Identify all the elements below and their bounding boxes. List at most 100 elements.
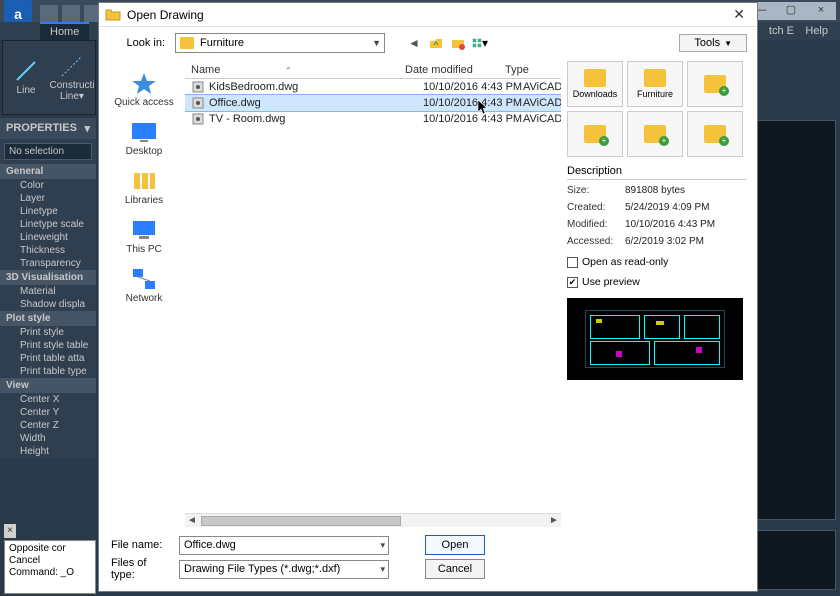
property-row[interactable]: Color <box>0 179 96 192</box>
property-row[interactable]: Transparency <box>0 257 96 270</box>
folder-shortcut[interactable]: Downloads <box>567 61 623 107</box>
column-type[interactable]: Type <box>505 64 561 76</box>
file-name: TV - Room.dwg <box>209 113 423 125</box>
property-row[interactable]: Thickness <box>0 244 96 257</box>
file-row[interactable]: Office.dwg 10/10/2016 4:43 PM AViCAD DWG <box>185 95 561 111</box>
lookin-value: Furniture <box>200 37 244 49</box>
open-readonly-checkbox[interactable]: Open as read-only <box>567 256 747 268</box>
filetype-label: Files of type: <box>109 557 173 581</box>
file-type: AViCAD DWG <box>523 97 561 109</box>
places-bar: Quick access Desktop Libraries This PC N… <box>109 61 179 527</box>
column-name[interactable]: Name⌃ <box>185 64 405 76</box>
filename-combo[interactable]: Office.dwg▾ <box>179 536 389 555</box>
modified-label: Modified: <box>567 219 625 230</box>
property-row[interactable]: Print style table <box>0 339 96 352</box>
command-history-line: Opposite cor <box>9 543 91 555</box>
property-row[interactable]: Linetype <box>0 205 96 218</box>
folder-icon: + <box>704 75 726 93</box>
maximize-button[interactable]: ▢ <box>776 2 806 20</box>
qat-icon[interactable] <box>62 5 80 23</box>
place-network[interactable]: Network <box>109 263 179 308</box>
right-pane: DownloadsFurniture++++ Description Size:… <box>567 61 747 527</box>
property-row[interactable]: Print table type <box>0 365 96 378</box>
chevron-down-icon: ▾ <box>380 564 385 575</box>
new-folder-shortcut[interactable]: + <box>567 111 623 157</box>
accessed-label: Accessed: <box>567 236 625 247</box>
file-name: KidsBedroom.dwg <box>209 81 423 93</box>
window-controls: — ▢ × <box>746 2 836 20</box>
checkbox-icon <box>567 257 578 268</box>
properties-panel: PROPERTIES▾ No selection General ColorLa… <box>0 118 96 458</box>
close-window-button[interactable]: × <box>806 2 836 20</box>
file-row[interactable]: TV - Room.dwg 10/10/2016 4:43 PM AViCAD … <box>185 111 561 127</box>
file-date: 10/10/2016 4:43 PM <box>423 81 523 93</box>
scroll-left-icon[interactable]: ◄ <box>185 515 199 526</box>
chevron-down-icon: ▾ <box>380 540 385 551</box>
new-folder-icon[interactable] <box>449 34 467 52</box>
file-list-header: Name⌃ Date modified Type <box>185 61 561 79</box>
folder-shortcut[interactable]: Furniture <box>627 61 683 107</box>
command-close-icon[interactable]: × <box>4 524 16 538</box>
file-list: Name⌃ Date modified Type KidsBedroom.dwg… <box>185 61 561 527</box>
up-folder-icon[interactable] <box>427 34 445 52</box>
network-icon <box>130 267 158 291</box>
selection-combo[interactable]: No selection <box>4 143 92 160</box>
chevron-down-icon: ▼ <box>372 38 381 48</box>
property-row[interactable]: Print table atta <box>0 352 96 365</box>
place-libraries[interactable]: Libraries <box>109 165 179 210</box>
property-row[interactable]: Linetype scale <box>0 218 96 231</box>
horizontal-scrollbar[interactable]: ◄ ► <box>185 513 561 527</box>
new-folder-shortcut[interactable]: + <box>687 61 743 107</box>
open-button[interactable]: Open <box>425 535 485 555</box>
description-label: Description <box>567 165 747 180</box>
checkbox-checked-icon: ✔ <box>567 277 578 288</box>
dwg-file-icon <box>191 81 205 93</box>
tools-menu-button[interactable]: Tools▼ <box>679 34 747 52</box>
view-menu-icon[interactable]: ▾ <box>471 34 489 52</box>
command-line[interactable]: Opposite cor Cancel Command: _O <box>4 540 96 594</box>
folder-shortcut-label: Downloads <box>573 89 618 99</box>
scroll-thumb[interactable] <box>201 516 401 526</box>
folder-icon: + <box>704 125 726 143</box>
folder-icon: + <box>644 125 666 143</box>
lookin-combo[interactable]: Furniture ▼ <box>175 33 385 53</box>
dialog-close-button[interactable]: ✕ <box>727 6 751 23</box>
new-folder-shortcut[interactable]: + <box>687 111 743 157</box>
place-desktop[interactable]: Desktop <box>109 116 179 161</box>
property-row[interactable]: Shadow displa <box>0 298 96 311</box>
property-row[interactable]: Layer <box>0 192 96 205</box>
place-quick-access[interactable]: Quick access <box>109 67 179 112</box>
qat-icon[interactable] <box>40 5 58 23</box>
property-row[interactable]: Height <box>0 445 96 458</box>
dialog-bottom: File name: Office.dwg▾ Open Files of typ… <box>109 527 747 591</box>
file-date: 10/10/2016 4:43 PM <box>423 113 523 125</box>
property-row[interactable]: Center Z <box>0 419 96 432</box>
tab-help[interactable]: Help <box>795 23 838 39</box>
property-row[interactable]: Material <box>0 285 96 298</box>
file-row[interactable]: KidsBedroom.dwg 10/10/2016 4:43 PM AViCA… <box>185 79 561 95</box>
column-date[interactable]: Date modified <box>405 64 505 76</box>
place-this-pc[interactable]: This PC <box>109 214 179 259</box>
construction-line-tool[interactable]: Constructi Line▾ <box>49 41 95 114</box>
scroll-right-icon[interactable]: ► <box>547 515 561 526</box>
pc-icon <box>130 218 158 242</box>
back-icon[interactable]: ◄ <box>405 34 423 52</box>
property-row[interactable]: Lineweight <box>0 231 96 244</box>
section-3d-visualisation: 3D Visualisation <box>0 270 96 285</box>
new-folder-shortcut[interactable]: + <box>627 111 683 157</box>
filetype-combo[interactable]: Drawing File Types (*.dwg;*.dxf)▾ <box>179 560 389 579</box>
property-row[interactable]: Print style <box>0 326 96 339</box>
property-row[interactable]: Center Y <box>0 406 96 419</box>
line-tool[interactable]: Line <box>3 41 49 114</box>
use-preview-checkbox[interactable]: ✔Use preview <box>567 276 747 288</box>
property-row[interactable]: Center X <box>0 393 96 406</box>
line-label: Line <box>17 85 36 96</box>
property-row[interactable]: Width <box>0 432 96 445</box>
cancel-button[interactable]: Cancel <box>425 559 485 579</box>
tab-home[interactable]: Home <box>40 22 89 40</box>
collapse-icon[interactable]: ▾ <box>84 122 90 135</box>
file-type: AViCAD DWG <box>523 81 561 93</box>
lookin-label: Look in: <box>109 37 169 49</box>
dwg-file-icon <box>191 113 205 125</box>
command-history-line: Cancel <box>9 555 91 567</box>
